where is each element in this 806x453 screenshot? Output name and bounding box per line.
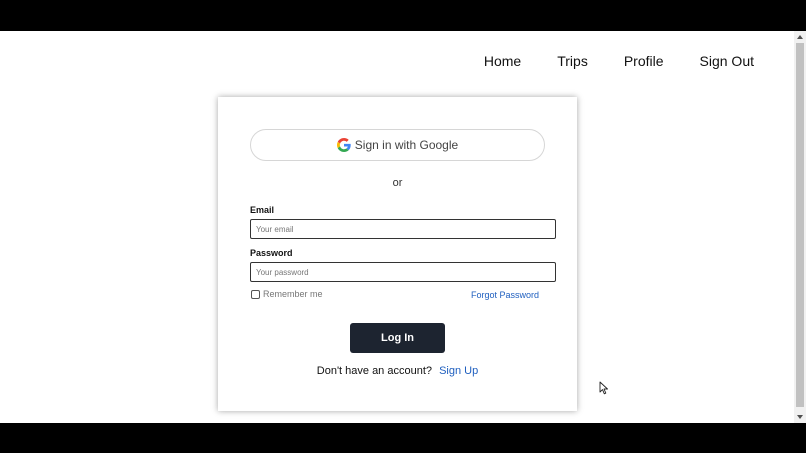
google-sign-in-label: Sign in with Google xyxy=(354,138,459,152)
top-nav: Home Trips Profile Sign Out xyxy=(448,53,754,69)
nav-profile[interactable]: Profile xyxy=(624,53,664,69)
sign-up-link[interactable]: Sign Up xyxy=(439,365,478,377)
page-viewport: Home Trips Profile Sign Out Sign in with… xyxy=(0,31,806,423)
remember-me: Remember me xyxy=(251,289,323,299)
google-sign-in-button[interactable]: Sign in with Google xyxy=(250,129,545,161)
nav-sign-out[interactable]: Sign Out xyxy=(700,53,754,69)
remember-me-label: Remember me xyxy=(263,289,323,299)
forgot-password-link[interactable]: Forgot Password xyxy=(471,290,539,300)
nav-home[interactable]: Home xyxy=(484,53,521,69)
nav-trips[interactable]: Trips xyxy=(557,53,588,69)
email-label: Email xyxy=(250,205,275,215)
password-label: Password xyxy=(250,248,293,258)
email-field[interactable] xyxy=(250,219,556,239)
signup-row: Don't have an account? Sign Up xyxy=(218,365,577,377)
password-field[interactable] xyxy=(250,262,556,282)
log-in-button[interactable]: Log In xyxy=(350,323,445,353)
scrollbar-thumb[interactable] xyxy=(796,43,804,407)
scroll-up-arrow-icon[interactable] xyxy=(794,31,806,43)
scroll-down-arrow-icon[interactable] xyxy=(794,411,806,423)
or-separator: or xyxy=(392,177,403,189)
remember-me-checkbox[interactable] xyxy=(251,289,260,299)
login-card: Sign in with Google or Email Password Re… xyxy=(218,97,577,411)
signup-prompt: Don't have an account? xyxy=(316,365,433,377)
mouse-cursor-icon xyxy=(599,381,608,395)
vertical-scrollbar[interactable] xyxy=(794,31,806,423)
google-icon xyxy=(336,138,351,152)
